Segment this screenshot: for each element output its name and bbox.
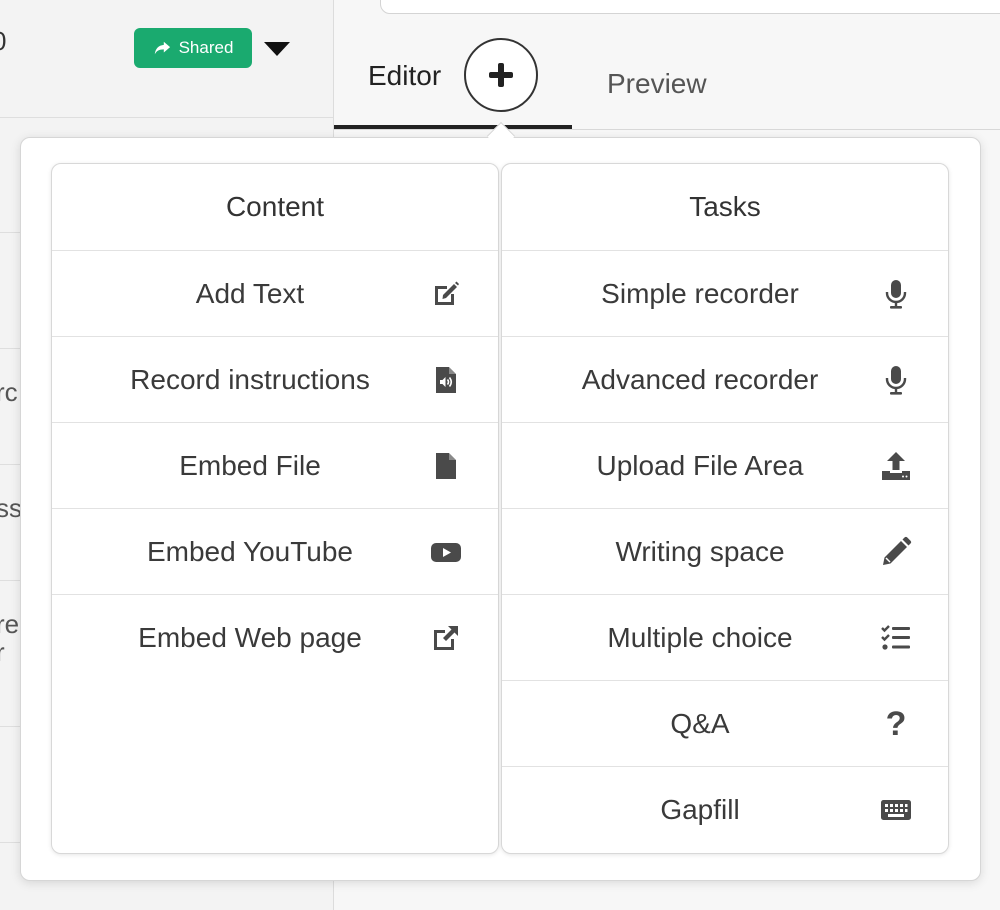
- menu-item-label: Embed Web page: [138, 622, 362, 653]
- menu-item-label: Add Text: [195, 277, 305, 309]
- active-tab-indicator: [334, 125, 572, 129]
- audio-file-icon: [428, 362, 464, 398]
- menu-item-embed-youtube[interactable]: Embed YouTube: [52, 509, 498, 595]
- row-text-fragment: rc: [0, 377, 18, 407]
- menu-item-multiple-choice[interactable]: Multiple choice: [502, 595, 948, 681]
- content-column: Content Add Text Record instructions Emb…: [51, 163, 499, 854]
- left-number-fragment: 0: [0, 26, 6, 57]
- tasks-column: Tasks Simple recorder Advanced recorder …: [501, 163, 949, 854]
- row-text-fragment: re: [0, 609, 20, 639]
- menu-item-upload-file-area[interactable]: Upload File Area: [502, 423, 948, 509]
- youtube-icon: [428, 534, 464, 570]
- menu-item-label: Advanced recorder: [581, 363, 819, 395]
- keyboard-icon: [878, 792, 914, 828]
- external-link-icon: [428, 620, 464, 656]
- upload-icon: [878, 448, 914, 484]
- menu-item-label: Embed YouTube: [146, 535, 354, 567]
- menu-item-label: Q&A: [670, 707, 730, 739]
- edit-icon: [428, 276, 464, 312]
- menu-item-label: Multiple choice: [607, 621, 793, 653]
- microphone-icon: [878, 362, 914, 398]
- shared-badge[interactable]: Shared: [134, 28, 252, 68]
- plus-icon: [489, 63, 513, 87]
- menu-item-gapfill[interactable]: Gapfill: [502, 767, 948, 853]
- tab-editor[interactable]: Editor: [368, 60, 441, 92]
- menu-item-simple-recorder[interactable]: Simple recorder: [502, 251, 948, 337]
- file-icon: [428, 448, 464, 484]
- add-block-button[interactable]: [464, 38, 538, 112]
- checklist-icon: [878, 620, 914, 656]
- menu-item-label: Upload File Area: [596, 449, 804, 481]
- menu-item-label: Record instructions: [130, 363, 370, 395]
- tasks-column-title: Tasks: [502, 164, 948, 251]
- row-text-fragment: r: [0, 637, 5, 667]
- content-column-title: Content: [52, 164, 498, 251]
- menu-item-label: Writing space: [615, 535, 785, 567]
- menu-item-q-and-a[interactable]: Q&A ?: [502, 681, 948, 767]
- menu-item-advanced-recorder[interactable]: Advanced recorder: [502, 337, 948, 423]
- shared-label: Shared: [178, 38, 234, 57]
- pencil-icon: [878, 534, 914, 570]
- menu-item-writing-space[interactable]: Writing space: [502, 509, 948, 595]
- left-header: 0 Shared: [0, 0, 333, 118]
- menu-item-record-instructions[interactable]: Record instructions: [52, 337, 498, 423]
- menu-item-label: Gapfill: [660, 794, 740, 825]
- microphone-icon: [878, 276, 914, 312]
- tab-preview[interactable]: Preview: [607, 68, 707, 100]
- question-icon: ?: [885, 704, 907, 743]
- menu-item-embed-web-page[interactable]: Embed Web page: [52, 595, 498, 681]
- caret-down-icon[interactable]: [264, 42, 290, 56]
- top-input-box[interactable]: [380, 0, 1000, 14]
- menu-item-embed-file[interactable]: Embed File: [52, 423, 498, 509]
- menu-item-label: Simple recorder: [601, 277, 799, 309]
- menu-item-label: Embed File: [179, 449, 321, 481]
- row-text-fragment: ss: [0, 493, 22, 523]
- share-icon: [154, 41, 170, 55]
- menu-item-add-text[interactable]: Add Text: [52, 251, 498, 337]
